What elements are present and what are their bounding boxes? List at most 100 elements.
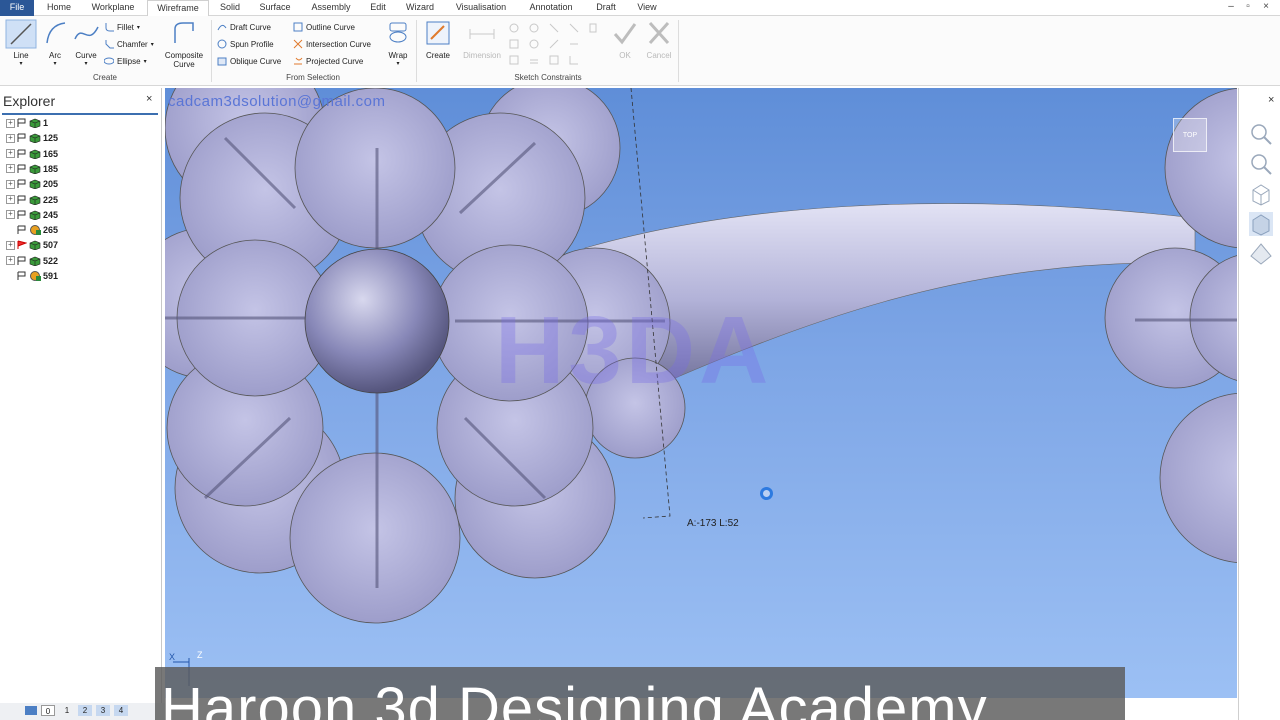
explorer-divider xyxy=(2,113,158,115)
composite-curve-button[interactable]: Composite Curve xyxy=(160,19,208,69)
draft-curve-icon xyxy=(217,24,227,31)
tree-item-label: 125 xyxy=(43,133,59,144)
outline-curve-button[interactable]: Outline Curve xyxy=(293,22,355,32)
expand-icon[interactable]: + xyxy=(6,118,15,128)
wrap-icon xyxy=(389,22,407,43)
layer-visibility-icon[interactable] xyxy=(17,225,27,235)
arc-label: Arc xyxy=(49,51,61,60)
layer-visibility-icon[interactable] xyxy=(17,271,27,281)
ribbon-separator xyxy=(416,20,417,82)
tree-item[interactable]: +165 xyxy=(6,147,58,161)
zoom-box-icon[interactable] xyxy=(1249,152,1273,176)
layer-visibility-icon[interactable] xyxy=(17,256,27,266)
tree-item[interactable]: +245 xyxy=(6,208,58,222)
layer-visibility-icon[interactable] xyxy=(17,179,27,189)
layer-cube-icon xyxy=(29,241,41,251)
ellipse-icon xyxy=(104,57,114,65)
tab-solid[interactable]: Solid xyxy=(213,0,247,16)
explorer-title: Explorer xyxy=(3,93,56,109)
tab-draft[interactable]: Draft xyxy=(588,0,624,16)
minimize-icon[interactable]: – xyxy=(1224,0,1238,14)
page-tab-4[interactable]: 4 xyxy=(114,705,128,716)
tree-item[interactable]: +225 xyxy=(6,193,58,207)
tree-item[interactable]: 265 xyxy=(6,223,58,237)
curve-button[interactable]: Curve ▾ xyxy=(70,19,102,67)
page-tab-2[interactable]: 2 xyxy=(78,705,92,716)
expand-icon[interactable]: + xyxy=(6,164,15,174)
close-icon[interactable]: × xyxy=(1259,0,1273,14)
layer-visibility-icon[interactable] xyxy=(17,210,27,220)
page-tab-3[interactable]: 3 xyxy=(96,705,110,716)
expand-icon[interactable]: + xyxy=(6,149,15,159)
expand-icon[interactable]: + xyxy=(6,195,15,204)
intersection-curve-button[interactable]: Intersection Curve xyxy=(293,39,371,49)
wireframe-cube-icon[interactable] xyxy=(1249,182,1273,206)
ok-button[interactable]: OK xyxy=(612,19,638,60)
page-tab-0[interactable]: 0 xyxy=(41,705,55,716)
layer-visibility-icon[interactable] xyxy=(17,164,27,174)
layer-visibility-icon[interactable] xyxy=(17,118,27,128)
tree-item[interactable]: +522 xyxy=(6,254,58,268)
explorer-close-icon[interactable]: × xyxy=(146,93,152,105)
tab-surface[interactable]: Surface xyxy=(252,0,298,16)
layer-cube-icon xyxy=(29,210,41,220)
tab-wireframe[interactable]: Wireframe xyxy=(147,0,209,17)
tree-item-label: 1 xyxy=(43,118,49,128)
tab-assembly[interactable]: Assembly xyxy=(304,0,358,16)
tab-home[interactable]: Home xyxy=(40,0,78,16)
iso-view-icon[interactable] xyxy=(1249,242,1273,266)
expand-icon[interactable]: + xyxy=(6,210,15,220)
tab-edit[interactable]: Edit xyxy=(363,0,393,16)
layer-visibility-icon[interactable] xyxy=(17,133,27,143)
page-tab-1[interactable]: 1 xyxy=(60,705,74,716)
layer-visibility-icon[interactable] xyxy=(17,149,27,159)
expand-icon[interactable]: + xyxy=(6,256,15,266)
zoom-in-icon[interactable] xyxy=(1249,122,1273,146)
cancel-button[interactable]: Cancel xyxy=(644,19,674,60)
dimension-button[interactable]: Dimension xyxy=(460,19,504,60)
tree-item[interactable]: +205 xyxy=(6,177,58,191)
checkmark-icon xyxy=(613,23,637,45)
tab-file[interactable]: File xyxy=(0,0,34,16)
expand-icon[interactable] xyxy=(6,226,15,235)
shaded-cube-icon[interactable] xyxy=(1249,212,1273,236)
tab-wizard[interactable]: Wizard xyxy=(398,0,442,16)
expand-icon[interactable] xyxy=(6,272,15,281)
expand-icon[interactable]: + xyxy=(6,133,15,143)
fillet-button[interactable]: Fillet ▾ xyxy=(104,22,140,32)
layer-icon[interactable] xyxy=(24,705,38,716)
chamfer-button[interactable]: Chamfer ▾ xyxy=(104,39,154,49)
tree-item[interactable]: 591 xyxy=(6,269,58,283)
layer-cube-icon xyxy=(29,133,41,144)
tab-annotation[interactable]: Annotation xyxy=(520,0,582,16)
chamfer-icon xyxy=(105,40,114,49)
projected-curve-button[interactable]: Projected Curve xyxy=(293,56,363,66)
tab-visualisation[interactable]: Visualisation xyxy=(448,0,514,16)
ellipse-button[interactable]: Ellipse ▾ xyxy=(104,56,147,66)
arc-button[interactable]: Arc ▾ xyxy=(42,19,68,67)
line-button[interactable]: Line ▾ xyxy=(4,19,38,67)
warning-layer-icon xyxy=(30,225,41,236)
expand-icon[interactable]: + xyxy=(6,240,15,250)
sketch-create-button[interactable]: Create xyxy=(422,19,454,60)
spun-profile-button[interactable]: Spun Profile xyxy=(217,39,274,49)
tree-item[interactable]: +185 xyxy=(6,162,58,176)
3d-viewport[interactable]: cadcam3dsolution@gmail.com H3DA A:-173 L… xyxy=(165,88,1237,698)
restore-icon[interactable]: ▫ xyxy=(1241,0,1255,14)
tree-item[interactable]: +507 xyxy=(6,238,58,252)
expand-icon[interactable]: + xyxy=(6,179,15,189)
tree-item[interactable]: +125 xyxy=(6,131,58,145)
tree-item[interactable]: +1 xyxy=(6,116,48,130)
tree-item-label: 165 xyxy=(43,148,59,159)
tab-view[interactable]: View xyxy=(630,0,664,16)
tab-workplane[interactable]: Workplane xyxy=(84,0,142,16)
viewcube[interactable]: TOP xyxy=(1173,118,1207,152)
wrap-button[interactable]: Wrap ▾ xyxy=(384,19,412,67)
view-toolbar-close-icon[interactable]: × xyxy=(1268,94,1274,106)
draft-curve-button[interactable]: Draft Curve xyxy=(217,22,271,32)
flag-icon[interactable] xyxy=(17,240,27,250)
oblique-curve-button[interactable]: Oblique Curve xyxy=(217,56,281,66)
layer-visibility-icon[interactable] xyxy=(17,195,27,205)
layer-cube-icon xyxy=(29,118,41,128)
line-icon xyxy=(5,19,37,49)
